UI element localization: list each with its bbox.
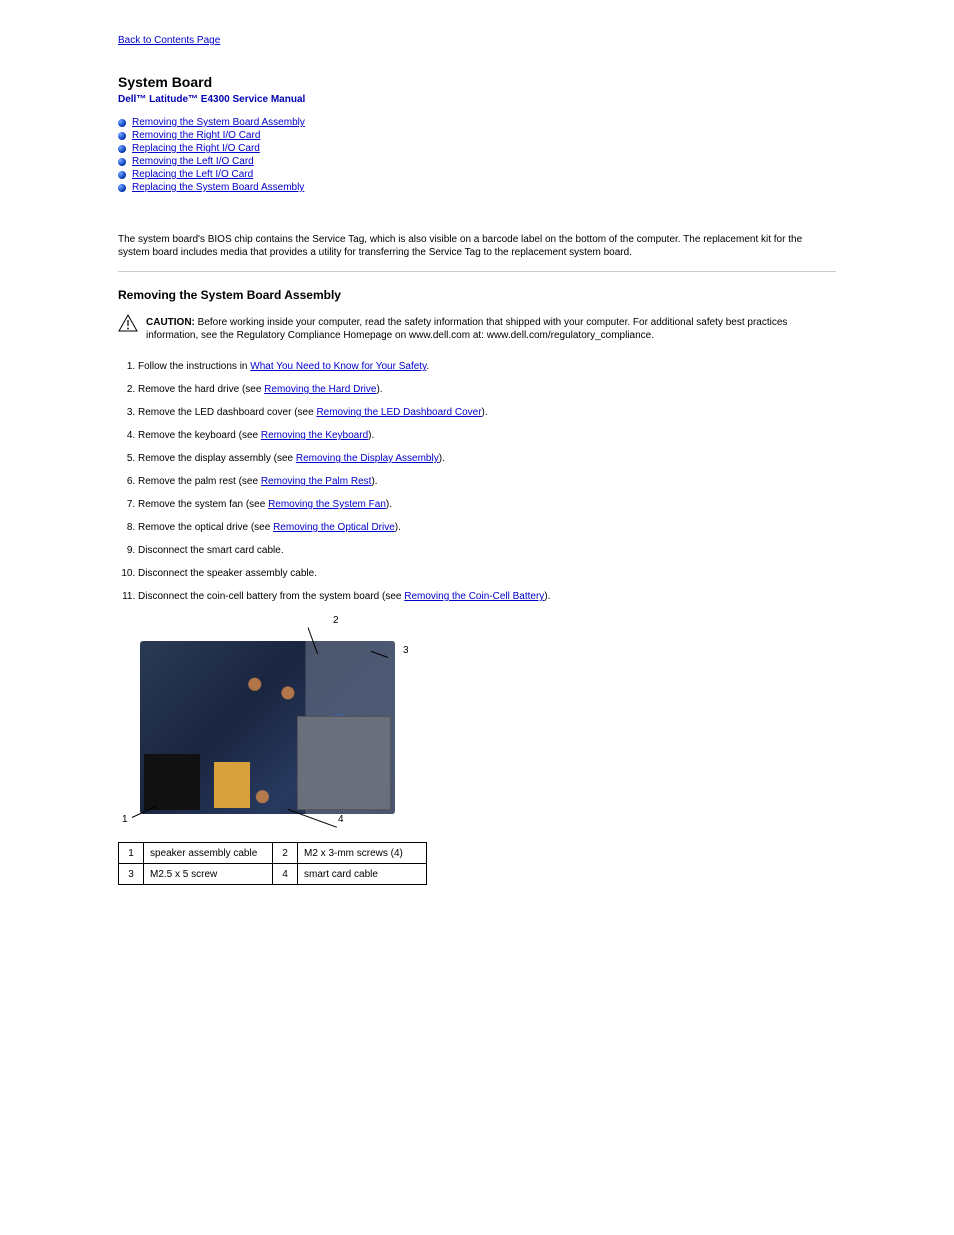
cell-3-txt: M2.5 x 5 screw xyxy=(144,864,273,885)
toc-item-0[interactable]: Removing the System Board Assembly xyxy=(132,117,305,128)
toc-list: Removing the System Board Assembly Remov… xyxy=(118,117,836,193)
toc-item-5[interactable]: Replacing the System Board Assembly xyxy=(132,182,304,193)
toc-item-1[interactable]: Removing the Right I/O Card xyxy=(132,130,260,141)
step-1: Follow the instructions in What You Need… xyxy=(138,360,836,373)
step-3-link[interactable]: Removing the LED Dashboard Cover xyxy=(316,407,481,418)
cell-4-txt: smart card cable xyxy=(298,864,427,885)
section-title: Removing the System Board Assembly xyxy=(118,288,836,302)
step-4-link[interactable]: Removing the Keyboard xyxy=(261,430,368,441)
callout-1: 1 xyxy=(122,814,128,825)
step-8: Remove the optical drive (see Removing t… xyxy=(138,521,836,534)
step-7: Remove the system fan (see Removing the … xyxy=(138,498,836,511)
callout-table: 1 speaker assembly cable 2 M2 x 3-mm scr… xyxy=(118,842,427,885)
step-2: Remove the hard drive (see Removing the … xyxy=(138,383,836,396)
callout-2: 2 xyxy=(333,615,339,626)
section-divider xyxy=(118,271,836,272)
step-9: Disconnect the smart card cable. xyxy=(138,544,836,557)
caution-block: CAUTION: Before working inside your comp… xyxy=(118,316,836,342)
toc-item-2[interactable]: Replacing the Right I/O Card xyxy=(132,143,260,154)
back-to-contents-link[interactable]: Back to Contents Page xyxy=(118,35,220,46)
toc-item-3[interactable]: Removing the Left I/O Card xyxy=(132,156,254,167)
step-1-link[interactable]: What You Need to Know for Your Safety xyxy=(250,361,426,372)
step-8-link[interactable]: Removing the Optical Drive xyxy=(273,522,395,533)
cell-1-num: 1 xyxy=(119,843,144,864)
caution-text: CAUTION: Before working inside your comp… xyxy=(146,316,836,342)
step-3: Remove the LED dashboard cover (see Remo… xyxy=(138,406,836,419)
page-title: System Board xyxy=(118,74,836,90)
step-11-link[interactable]: Removing the Coin-Cell Battery xyxy=(404,591,544,602)
step-6: Remove the palm rest (see Removing the P… xyxy=(138,475,836,488)
step-2-link[interactable]: Removing the Hard Drive xyxy=(264,384,376,395)
manual-name: Dell™ Latitude™ E4300 Service Manual xyxy=(118,94,836,105)
cell-3-num: 3 xyxy=(119,864,144,885)
step-11: Disconnect the coin-cell battery from th… xyxy=(138,590,836,603)
callout-3: 3 xyxy=(403,645,409,656)
caution-label: CAUTION: xyxy=(146,317,195,328)
intro-paragraph: The system board's BIOS chip contains th… xyxy=(118,233,836,259)
cell-4-num: 4 xyxy=(273,864,298,885)
step-6-link[interactable]: Removing the Palm Rest xyxy=(261,476,372,487)
caution-body: Before working inside your computer, rea… xyxy=(146,317,787,341)
step-5-link[interactable]: Removing the Display Assembly xyxy=(296,453,439,464)
cell-2-num: 2 xyxy=(273,843,298,864)
step-10: Disconnect the speaker assembly cable. xyxy=(138,567,836,580)
cell-1-txt: speaker assembly cable xyxy=(144,843,273,864)
step-7-link[interactable]: Removing the System Fan xyxy=(268,499,386,510)
system-board-image: 1 2 3 4 xyxy=(118,613,408,828)
caution-icon xyxy=(118,314,138,335)
step-5: Remove the display assembly (see Removin… xyxy=(138,452,836,465)
callout-4: 4 xyxy=(338,814,344,825)
step-4: Remove the keyboard (see Removing the Ke… xyxy=(138,429,836,442)
toc-item-4[interactable]: Replacing the Left I/O Card xyxy=(132,169,253,180)
cell-2-txt: M2 x 3-mm screws (4) xyxy=(298,843,427,864)
